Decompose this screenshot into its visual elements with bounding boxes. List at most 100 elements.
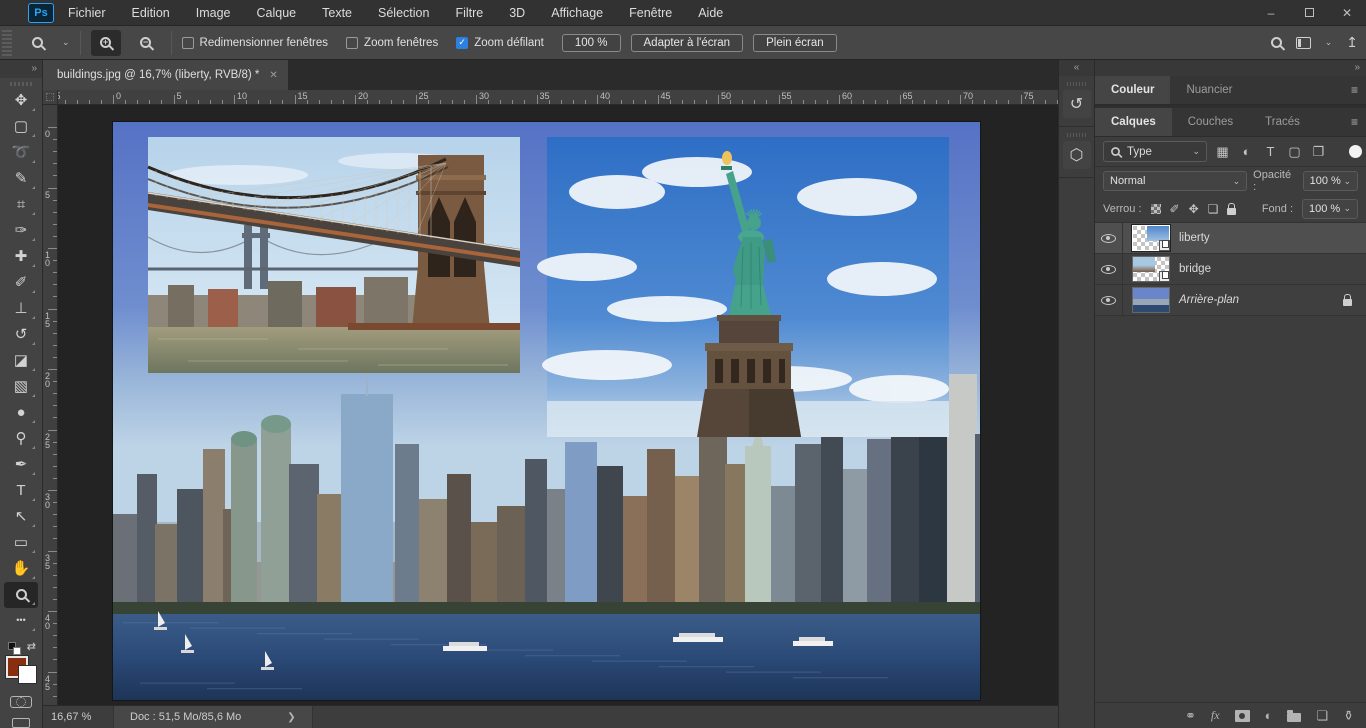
- properties-panel-icon[interactable]: ⬡: [1063, 141, 1091, 169]
- lock-position-icon[interactable]: ✥: [1189, 202, 1199, 216]
- quick-mask-button[interactable]: [10, 696, 32, 708]
- menu-filtre[interactable]: Filtre: [455, 6, 483, 20]
- toolbar-grip[interactable]: [10, 82, 32, 86]
- document-tab[interactable]: buildings.jpg @ 16,7% (liberty, RVB/8) *…: [43, 60, 288, 90]
- visibility-toggle[interactable]: [1095, 254, 1123, 284]
- tab-close-icon[interactable]: ✕: [269, 70, 277, 81]
- eraser-tool[interactable]: ◪: [4, 348, 38, 374]
- type-layer-filter-icon[interactable]: T: [1262, 144, 1279, 159]
- panel-menu-icon[interactable]: ≡: [1351, 115, 1358, 129]
- status-chevron-icon[interactable]: ❯: [287, 712, 295, 723]
- path-selection-tool[interactable]: ↖: [4, 504, 38, 530]
- screen-mode-button[interactable]: [12, 718, 30, 728]
- checkbox-zoom-fenêtres[interactable]: Zoom fenêtres: [346, 37, 438, 49]
- type-tool[interactable]: T: [4, 478, 38, 504]
- layer-thumbnail[interactable]: [1132, 256, 1170, 282]
- rectangular-marquee-tool[interactable]: ▢: [4, 114, 38, 140]
- menu-edition[interactable]: Edition: [132, 6, 170, 20]
- new-layer-icon[interactable]: ❏: [1316, 708, 1328, 724]
- workspace-chevron[interactable]: ⌄: [1325, 37, 1333, 48]
- adjustment-layer-filter-icon[interactable]: ◐: [1238, 144, 1255, 159]
- ruler-origin[interactable]: [43, 90, 58, 105]
- history-brush-tool[interactable]: ↺: [4, 322, 38, 348]
- lock-transparency-icon[interactable]: [1151, 204, 1161, 214]
- lock-all-icon[interactable]: [1227, 208, 1236, 215]
- pixel-layer-filter-icon[interactable]: ▦: [1214, 144, 1231, 160]
- dock-collapse-chevron[interactable]: »: [1095, 60, 1366, 76]
- search-icon[interactable]: [1271, 37, 1282, 48]
- horizontal-ruler[interactable]: 5051015202530354045505560657075: [58, 90, 1058, 105]
- tab-couleur[interactable]: Couleur: [1095, 76, 1170, 104]
- layer-row-bridge[interactable]: bridge: [1095, 254, 1366, 285]
- filter-toggle[interactable]: [1349, 145, 1362, 158]
- opacity-field[interactable]: 100 % ⌄: [1303, 171, 1358, 191]
- tool-preset-chevron[interactable]: ⌄: [62, 37, 70, 48]
- shape-layer-filter-icon[interactable]: ▢: [1286, 144, 1303, 160]
- zoom-out-button[interactable]: −: [131, 30, 161, 56]
- visibility-toggle[interactable]: [1095, 285, 1123, 315]
- tab-couches[interactable]: Couches: [1172, 108, 1249, 136]
- button-plein-écran[interactable]: Plein écran: [753, 34, 837, 52]
- layer-thumbnail[interactable]: [1132, 225, 1170, 251]
- delete-layer-icon[interactable]: ⚱: [1343, 708, 1354, 724]
- move-tool[interactable]: ✥: [4, 88, 38, 114]
- blur-tool[interactable]: ●: [4, 400, 38, 426]
- tab-traces[interactable]: Tracés: [1249, 108, 1316, 136]
- minimize-button[interactable]: –: [1252, 0, 1290, 26]
- clone-stamp-tool[interactable]: ⊥: [4, 296, 38, 322]
- rectangle-tool[interactable]: ▭: [4, 530, 38, 556]
- menu-3d[interactable]: 3D: [509, 6, 525, 20]
- menu-fichier[interactable]: Fichier: [68, 6, 106, 20]
- workspace-icon[interactable]: [1296, 37, 1311, 49]
- lasso-tool[interactable]: ➰: [4, 140, 38, 166]
- zoom-tool[interactable]: [4, 582, 38, 608]
- lock-artboard-icon[interactable]: ❏: [1208, 202, 1219, 216]
- button-100-%[interactable]: 100 %: [562, 34, 621, 52]
- vertical-ruler[interactable]: 051 01 52 02 53 03 54 04 5: [43, 105, 58, 705]
- menu-aide[interactable]: Aide: [698, 6, 723, 20]
- layer-mask-icon[interactable]: [1235, 710, 1250, 722]
- gradient-tool[interactable]: ▧: [4, 374, 38, 400]
- brush-tool[interactable]: ✐: [4, 270, 38, 296]
- checkbox-zoom-défilant[interactable]: ✓Zoom défilant: [456, 37, 544, 49]
- layer-style-icon[interactable]: fx: [1211, 708, 1220, 723]
- background-lock-icon[interactable]: [1343, 299, 1352, 306]
- menu-texte[interactable]: Texte: [322, 6, 352, 20]
- tab-nuancier[interactable]: Nuancier: [1170, 76, 1248, 104]
- document-canvas[interactable]: [113, 122, 980, 700]
- smart-object-filter-icon[interactable]: ❐: [1310, 144, 1327, 160]
- blend-mode-dropdown[interactable]: Normal ⌄: [1103, 171, 1247, 191]
- background-color-swatch[interactable]: [18, 665, 37, 684]
- quick-selection-tool[interactable]: ✎: [4, 166, 38, 192]
- toolbar-collapse-chevron[interactable]: »: [0, 60, 42, 78]
- history-panel-icon[interactable]: ↺: [1063, 90, 1091, 118]
- visibility-toggle[interactable]: [1095, 223, 1123, 253]
- panel-menu-icon[interactable]: ≡: [1351, 83, 1358, 97]
- spot-healing-brush-tool[interactable]: ✚: [4, 244, 38, 270]
- zoom-level-field[interactable]: 16,67 %: [43, 711, 113, 723]
- hand-tool[interactable]: ✋: [4, 556, 38, 582]
- zoom-in-button[interactable]: +: [91, 30, 121, 56]
- tab-calques[interactable]: Calques: [1095, 108, 1172, 136]
- canvas-workspace[interactable]: 5051015202530354045505560657075 051 01 5…: [43, 90, 1058, 705]
- restore-button[interactable]: [1290, 0, 1328, 26]
- eyedropper-tool[interactable]: ✑: [4, 218, 38, 244]
- layer-thumbnail[interactable]: [1132, 287, 1170, 313]
- fill-field[interactable]: 100 % ⌄: [1302, 199, 1358, 219]
- menu-affichage[interactable]: Affichage: [551, 6, 603, 20]
- share-icon[interactable]: ↥: [1346, 34, 1358, 51]
- adjustment-layer-icon[interactable]: ◐: [1265, 708, 1273, 723]
- menu-calque[interactable]: Calque: [257, 6, 297, 20]
- checkbox-redimensionner-fenêtres[interactable]: Redimensionner fenêtres: [182, 37, 329, 49]
- menu-sélection[interactable]: Sélection: [378, 6, 429, 20]
- close-button[interactable]: ✕: [1328, 0, 1366, 26]
- link-layers-icon[interactable]: ⚭: [1185, 708, 1196, 724]
- new-group-icon[interactable]: [1287, 710, 1301, 722]
- filter-type-dropdown[interactable]: Type ⌄: [1103, 141, 1207, 162]
- current-tool-icon[interactable]: [22, 30, 52, 56]
- menu-image[interactable]: Image: [196, 6, 231, 20]
- layer-row-liberty[interactable]: liberty: [1095, 223, 1366, 254]
- menu-fenêtre[interactable]: Fenêtre: [629, 6, 672, 20]
- layer-row-arriere-plan[interactable]: Arrière-plan: [1095, 285, 1366, 316]
- button-adapter-à-l'écran[interactable]: Adapter à l'écran: [631, 34, 744, 52]
